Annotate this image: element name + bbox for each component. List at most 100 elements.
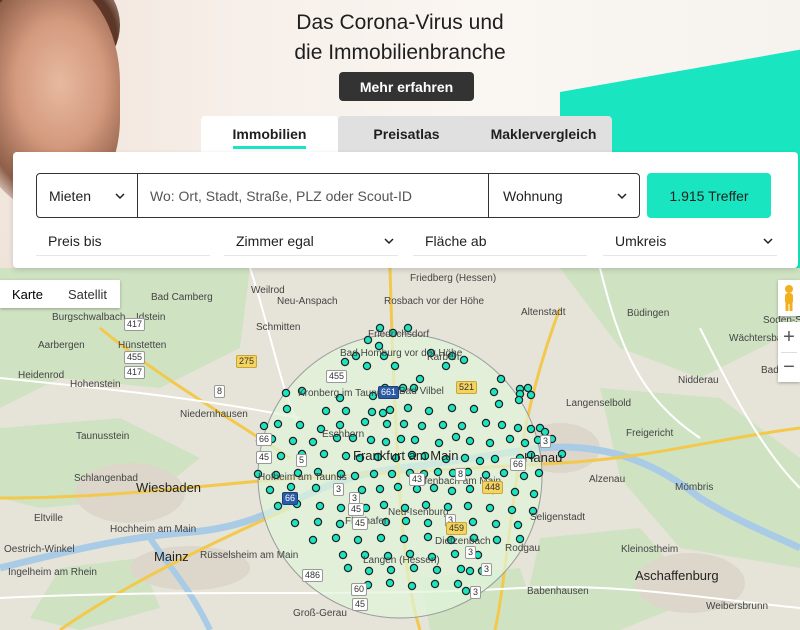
listing-marker[interactable]: [520, 438, 530, 448]
listing-marker[interactable]: [514, 395, 524, 405]
listing-marker[interactable]: [510, 487, 520, 497]
listing-marker[interactable]: [286, 482, 296, 492]
listing-marker[interactable]: [434, 438, 444, 448]
offer-type-select[interactable]: Mieten: [37, 174, 138, 217]
listing-marker[interactable]: [336, 503, 346, 513]
property-type-select[interactable]: Wohnung: [488, 174, 639, 217]
listing-marker[interactable]: [497, 420, 507, 430]
listing-marker[interactable]: [456, 564, 466, 574]
listing-marker[interactable]: [378, 408, 388, 418]
tab-immobilien[interactable]: Immobilien: [201, 116, 338, 152]
listing-marker[interactable]: [273, 419, 283, 429]
listing-marker[interactable]: [424, 406, 434, 416]
listing-marker[interactable]: [485, 438, 495, 448]
listing-marker[interactable]: [396, 434, 406, 444]
results-map[interactable]: Friedberg (Hessen) Bad Camberg Weilrod Neu-…: [0, 268, 800, 630]
listing-marker[interactable]: [469, 404, 479, 414]
listing-marker[interactable]: [460, 453, 470, 463]
listing-marker[interactable]: [281, 388, 291, 398]
listing-marker[interactable]: [401, 516, 411, 526]
listing-marker[interactable]: [295, 420, 305, 430]
listing-marker[interactable]: [447, 486, 457, 496]
listing-marker[interactable]: [288, 436, 298, 446]
listing-marker[interactable]: [499, 468, 509, 478]
listing-marker[interactable]: [457, 421, 467, 431]
listing-marker[interactable]: [423, 532, 433, 542]
listing-marker[interactable]: [375, 484, 385, 494]
listing-marker[interactable]: [321, 406, 331, 416]
listing-marker[interactable]: [319, 449, 329, 459]
listing-marker[interactable]: [496, 374, 506, 384]
map-type-satellite-button[interactable]: Satellit: [55, 280, 120, 308]
listing-marker[interactable]: [438, 420, 448, 430]
tab-preisatlas[interactable]: Preisatlas: [338, 116, 475, 152]
listing-marker[interactable]: [360, 417, 370, 427]
listing-marker[interactable]: [492, 535, 502, 545]
listing-marker[interactable]: [366, 435, 376, 445]
listing-marker[interactable]: [340, 357, 350, 367]
listing-marker[interactable]: [382, 419, 392, 429]
listing-marker[interactable]: [526, 424, 536, 434]
learn-more-button[interactable]: Mehr erfahren: [339, 72, 474, 101]
listing-marker[interactable]: [290, 518, 300, 528]
listing-marker[interactable]: [386, 565, 396, 575]
listing-marker[interactable]: [447, 403, 457, 413]
location-search-input[interactable]: [138, 174, 488, 217]
listing-marker[interactable]: [453, 579, 463, 589]
tab-maklervergleich[interactable]: Maklervergleich: [475, 116, 612, 152]
listing-marker[interactable]: [335, 519, 345, 529]
listing-marker[interactable]: [505, 434, 515, 444]
listing-marker[interactable]: [526, 390, 536, 400]
listing-marker[interactable]: [367, 407, 377, 417]
listing-marker[interactable]: [273, 501, 283, 511]
listing-marker[interactable]: [338, 550, 348, 560]
listing-marker[interactable]: [331, 533, 341, 543]
listing-marker[interactable]: [341, 406, 351, 416]
listing-marker[interactable]: [468, 517, 478, 527]
listing-marker[interactable]: [313, 517, 323, 527]
listing-marker[interactable]: [415, 374, 425, 384]
listing-marker[interactable]: [465, 436, 475, 446]
listing-marker[interactable]: [491, 519, 501, 529]
listing-marker[interactable]: [341, 451, 351, 461]
listing-marker[interactable]: [451, 432, 461, 442]
listing-marker[interactable]: [490, 454, 500, 464]
listing-marker[interactable]: [308, 535, 318, 545]
listing-marker[interactable]: [417, 421, 427, 431]
price-filter[interactable]: Preis bis: [36, 226, 210, 256]
listing-marker[interactable]: [379, 500, 389, 510]
listing-marker[interactable]: [350, 471, 360, 481]
listing-marker[interactable]: [494, 399, 504, 409]
map-type-map-button[interactable]: Karte: [0, 280, 55, 308]
listing-marker[interactable]: [519, 471, 529, 481]
area-filter[interactable]: Fläche ab: [413, 226, 587, 256]
listing-marker[interactable]: [465, 566, 475, 576]
show-results-button[interactable]: 1.915 Treffer: [647, 173, 771, 218]
listing-marker[interactable]: [450, 549, 460, 559]
listing-marker[interactable]: [353, 535, 363, 545]
listing-marker[interactable]: [489, 387, 499, 397]
listing-marker[interactable]: [385, 578, 395, 588]
listing-marker[interactable]: [463, 501, 473, 511]
listing-marker[interactable]: [385, 405, 395, 415]
listing-marker[interactable]: [515, 534, 525, 544]
street-view-pegman-icon[interactable]: [778, 280, 800, 316]
listing-marker[interactable]: [407, 581, 417, 591]
listing-marker[interactable]: [399, 419, 409, 429]
radius-filter[interactable]: Umkreis: [603, 226, 777, 256]
listing-marker[interactable]: [376, 533, 386, 543]
listing-marker[interactable]: [393, 482, 403, 492]
listing-marker[interactable]: [534, 468, 544, 478]
listing-marker[interactable]: [311, 483, 321, 493]
listing-marker[interactable]: [507, 505, 517, 515]
listing-marker[interactable]: [387, 469, 397, 479]
listing-marker[interactable]: [423, 518, 433, 528]
listing-marker[interactable]: [441, 361, 451, 371]
zoom-in-button[interactable]: +: [778, 322, 800, 352]
listing-marker[interactable]: [485, 503, 495, 513]
listing-marker[interactable]: [432, 565, 442, 575]
listing-marker[interactable]: [475, 456, 485, 466]
listing-marker[interactable]: [259, 421, 269, 431]
listing-marker[interactable]: [265, 485, 275, 495]
zoom-out-button[interactable]: −: [778, 352, 800, 382]
